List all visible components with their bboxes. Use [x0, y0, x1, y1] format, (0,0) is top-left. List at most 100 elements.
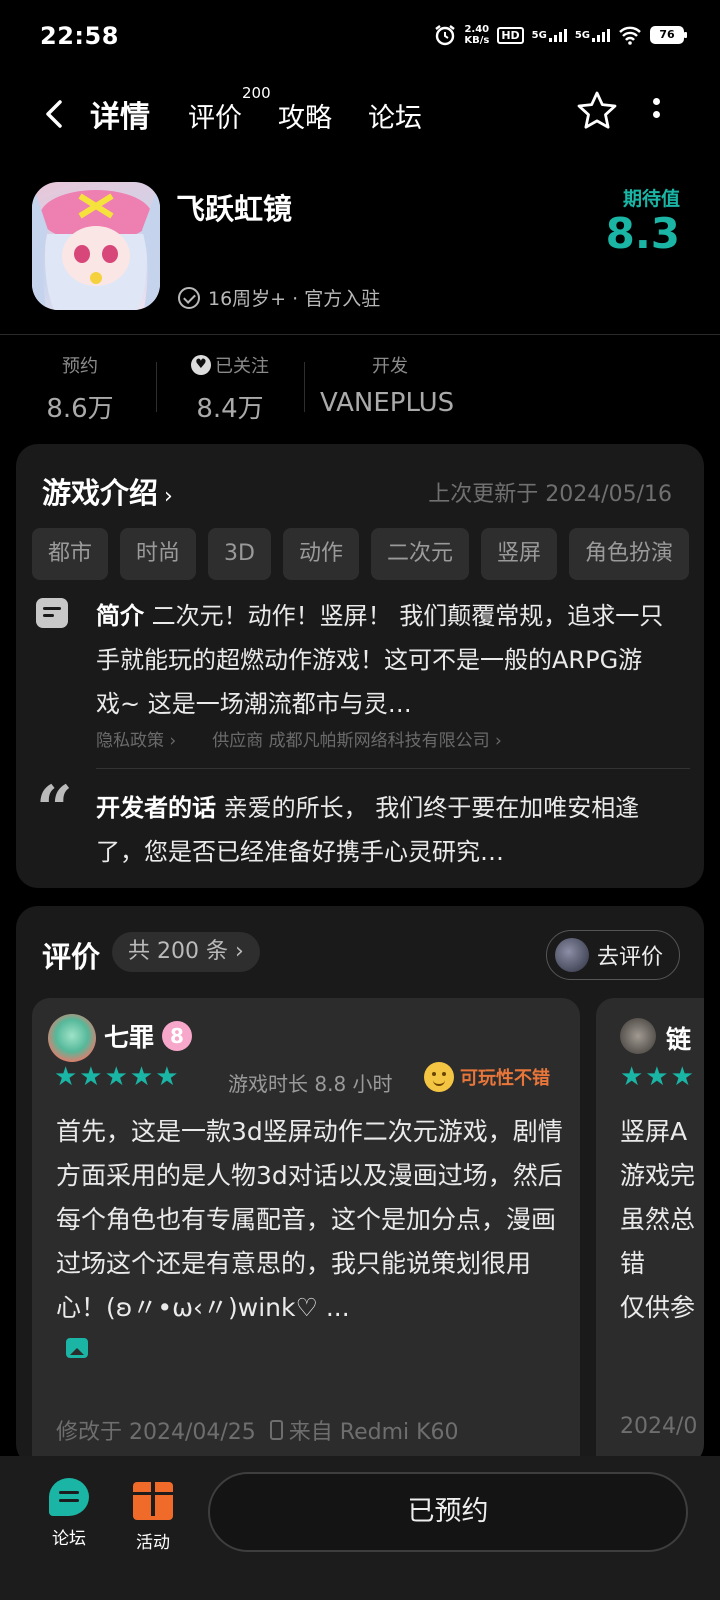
stat-label: 已关注 [215, 356, 269, 377]
stat-developer[interactable]: 开发 VANEPLUS [320, 352, 470, 418]
divider [0, 334, 720, 335]
tab-forum[interactable]: 论坛 [368, 96, 422, 135]
expect-value: 8.3 [605, 209, 680, 258]
tag[interactable]: 二次元 [370, 528, 469, 580]
top-nav: 详情 评价 200 攻略 论坛 [0, 80, 720, 150]
alarm-icon [434, 24, 456, 46]
reserve-button[interactable]: 已预约 [208, 1472, 688, 1552]
app-icon [32, 182, 160, 310]
review-count-badge: 200 [242, 84, 271, 102]
tag[interactable]: 时尚 [120, 528, 197, 580]
expect-label: 期待值 [622, 188, 680, 210]
summary-icon [36, 598, 68, 628]
tag-list: 都市 时尚 3D 动作 二次元 竖屏 角色扮演 [32, 528, 704, 580]
net-speed: 2.40 KB/s [464, 24, 489, 46]
review-user: 七罪 8 [104, 1018, 193, 1054]
review-device: 来自 Redmi K60 [288, 1420, 459, 1445]
battery-icon: 76 [650, 26, 687, 44]
write-review-button[interactable]: 去评价 [545, 930, 680, 980]
status-bar: 22:58 2.40 KB/s HD 5G 5G 76 [0, 0, 720, 72]
divider [156, 362, 157, 412]
divider [304, 362, 305, 412]
tag[interactable]: 都市 [32, 528, 109, 580]
review-footer: 修改于 2024/04/25 来自 Redmi K60 [56, 1414, 459, 1446]
gift-icon [133, 1482, 173, 1520]
wifi-icon [618, 25, 642, 45]
app-meta-text: 16周岁+ · 官方入驻 [208, 288, 381, 310]
review-text: 竖屏A 游戏完 虽然总 错 仅供参 [620, 1117, 696, 1322]
signal-icon: 5G [532, 28, 567, 42]
review-edited: 修改于 2024/04/25 [56, 1420, 256, 1445]
avatar [48, 1014, 96, 1062]
summary-text[interactable]: 简介 二次元！动作！竖屏！ 我们颠覆常规，追求一只手就能玩的超燃动作游戏！这可不… [96, 594, 666, 726]
hd-icon: HD [497, 26, 524, 44]
review-edited: 2024/0 [620, 1414, 698, 1439]
tag[interactable]: 动作 [282, 528, 359, 580]
activity-button[interactable]: 活动 [132, 1478, 174, 1553]
bottom-bar: 论坛 活动 已预约 [0, 1456, 720, 1600]
more-vertical-icon[interactable] [650, 94, 662, 130]
signal-icon-2: 5G [575, 28, 610, 42]
stat-followers[interactable]: ♥ 已关注 8.4万 [180, 352, 280, 425]
tag[interactable]: 竖屏 [481, 528, 558, 580]
review-item[interactable]: 七罪 8 ★★★★★ 游戏时长 8.8 小时 可玩性不错 首先，这是一款3d竖屏… [32, 998, 580, 1466]
review-tag: 可玩性不错 [424, 1062, 550, 1092]
review-text: 首先，这是一款3d竖屏动作二次元游戏，剧情方面采用的是人物3d对话以及漫画过场，… [56, 1117, 563, 1322]
expect-score: 期待值 8.3 [606, 184, 680, 257]
net-speed-unit: KB/s [464, 35, 490, 46]
image-icon [66, 1338, 88, 1358]
quote-icon: “ [36, 772, 73, 847]
signal1-label: 5G [531, 29, 547, 41]
back-arrow-icon[interactable] [40, 94, 70, 134]
intro-title-text: 游戏介绍 [42, 476, 159, 510]
star-outline-icon[interactable] [574, 88, 620, 134]
divider [96, 768, 690, 769]
tab-details-label: 详情 [90, 100, 150, 135]
tag[interactable]: 角色扮演 [569, 528, 690, 580]
stat-value: 8.6万 [46, 394, 114, 424]
phone-icon [269, 1420, 283, 1440]
reviews-card: 评价 共 200 条 › 去评价 七罪 8 ★★★★★ 游戏时长 8.8 小时 … [16, 906, 704, 1466]
status-icons: 2.40 KB/s HD 5G 5G 76 [434, 24, 687, 46]
supplier-link[interactable]: 供应商 成都凡帕斯网络科技有限公司 › [212, 726, 502, 751]
stat-reservations: 预约 8.6万 [40, 352, 120, 425]
chevron-right-icon: › [164, 484, 173, 509]
review-username: 链 [666, 1025, 692, 1054]
tag[interactable]: 3D [208, 528, 271, 580]
signal2-label: 5G [574, 29, 590, 41]
review-item[interactable]: 链 ★★★ 竖屏A 游戏完 虽然总 错 仅供参 2024/0 [596, 998, 704, 1466]
activity-label: 活动 [136, 1533, 170, 1553]
verified-check-icon [178, 286, 200, 309]
stat-label: 开发 [372, 356, 408, 377]
smile-icon [424, 1062, 454, 1092]
level-badge: 8 [162, 1021, 193, 1051]
tab-details[interactable]: 详情 [90, 92, 150, 136]
review-count-button[interactable]: 共 200 条 › [112, 932, 260, 972]
tab-reviews[interactable]: 评价 [188, 96, 242, 135]
privacy-link[interactable]: 隐私政策 › [96, 726, 176, 751]
updated-date: 上次更新于 2024/05/16 [428, 482, 672, 507]
write-review-label: 去评价 [596, 945, 663, 970]
stat-label: 预约 [62, 356, 98, 377]
avatar [554, 938, 589, 972]
stat-value: 8.4万 [196, 394, 264, 424]
intro-title[interactable]: 游戏介绍 › [42, 470, 173, 512]
playtime: 游戏时长 8.8 小时 [228, 1072, 393, 1096]
forum-label: 论坛 [52, 1529, 86, 1549]
status-time: 22:58 [40, 22, 119, 50]
intro-links: 隐私政策 › 供应商 成都凡帕斯网络科技有限公司 › [96, 726, 502, 751]
forum-button[interactable]: 论坛 [48, 1478, 90, 1549]
summary-body: 二次元！动作！竖屏！ 我们颠覆常规，追求一只手就能玩的超燃动作游戏！这可不是一般… [96, 602, 664, 718]
review-username: 七罪 [104, 1023, 155, 1052]
intro-card: 游戏介绍 › 上次更新于 2024/05/16 都市 时尚 3D 动作 二次元 竖… [16, 444, 704, 888]
forum-icon [49, 1478, 89, 1516]
reviews-title: 评价 [42, 940, 101, 974]
net-speed-value: 2.40 [464, 24, 490, 35]
rating-stars: ★★★ [620, 1062, 696, 1092]
avatar [620, 1018, 656, 1054]
developer-words[interactable]: 开发者的话 亲爱的所长， 我们终于要在加唯安相逢了，您是否已经准备好携手心灵研究… [96, 786, 676, 874]
app-meta: 16周岁+ · 官方入驻 [178, 284, 380, 311]
tab-guides[interactable]: 攻略 [278, 96, 332, 135]
rating-stars: ★★★★★ [54, 1062, 181, 1092]
summary-label: 简介 [96, 602, 144, 630]
